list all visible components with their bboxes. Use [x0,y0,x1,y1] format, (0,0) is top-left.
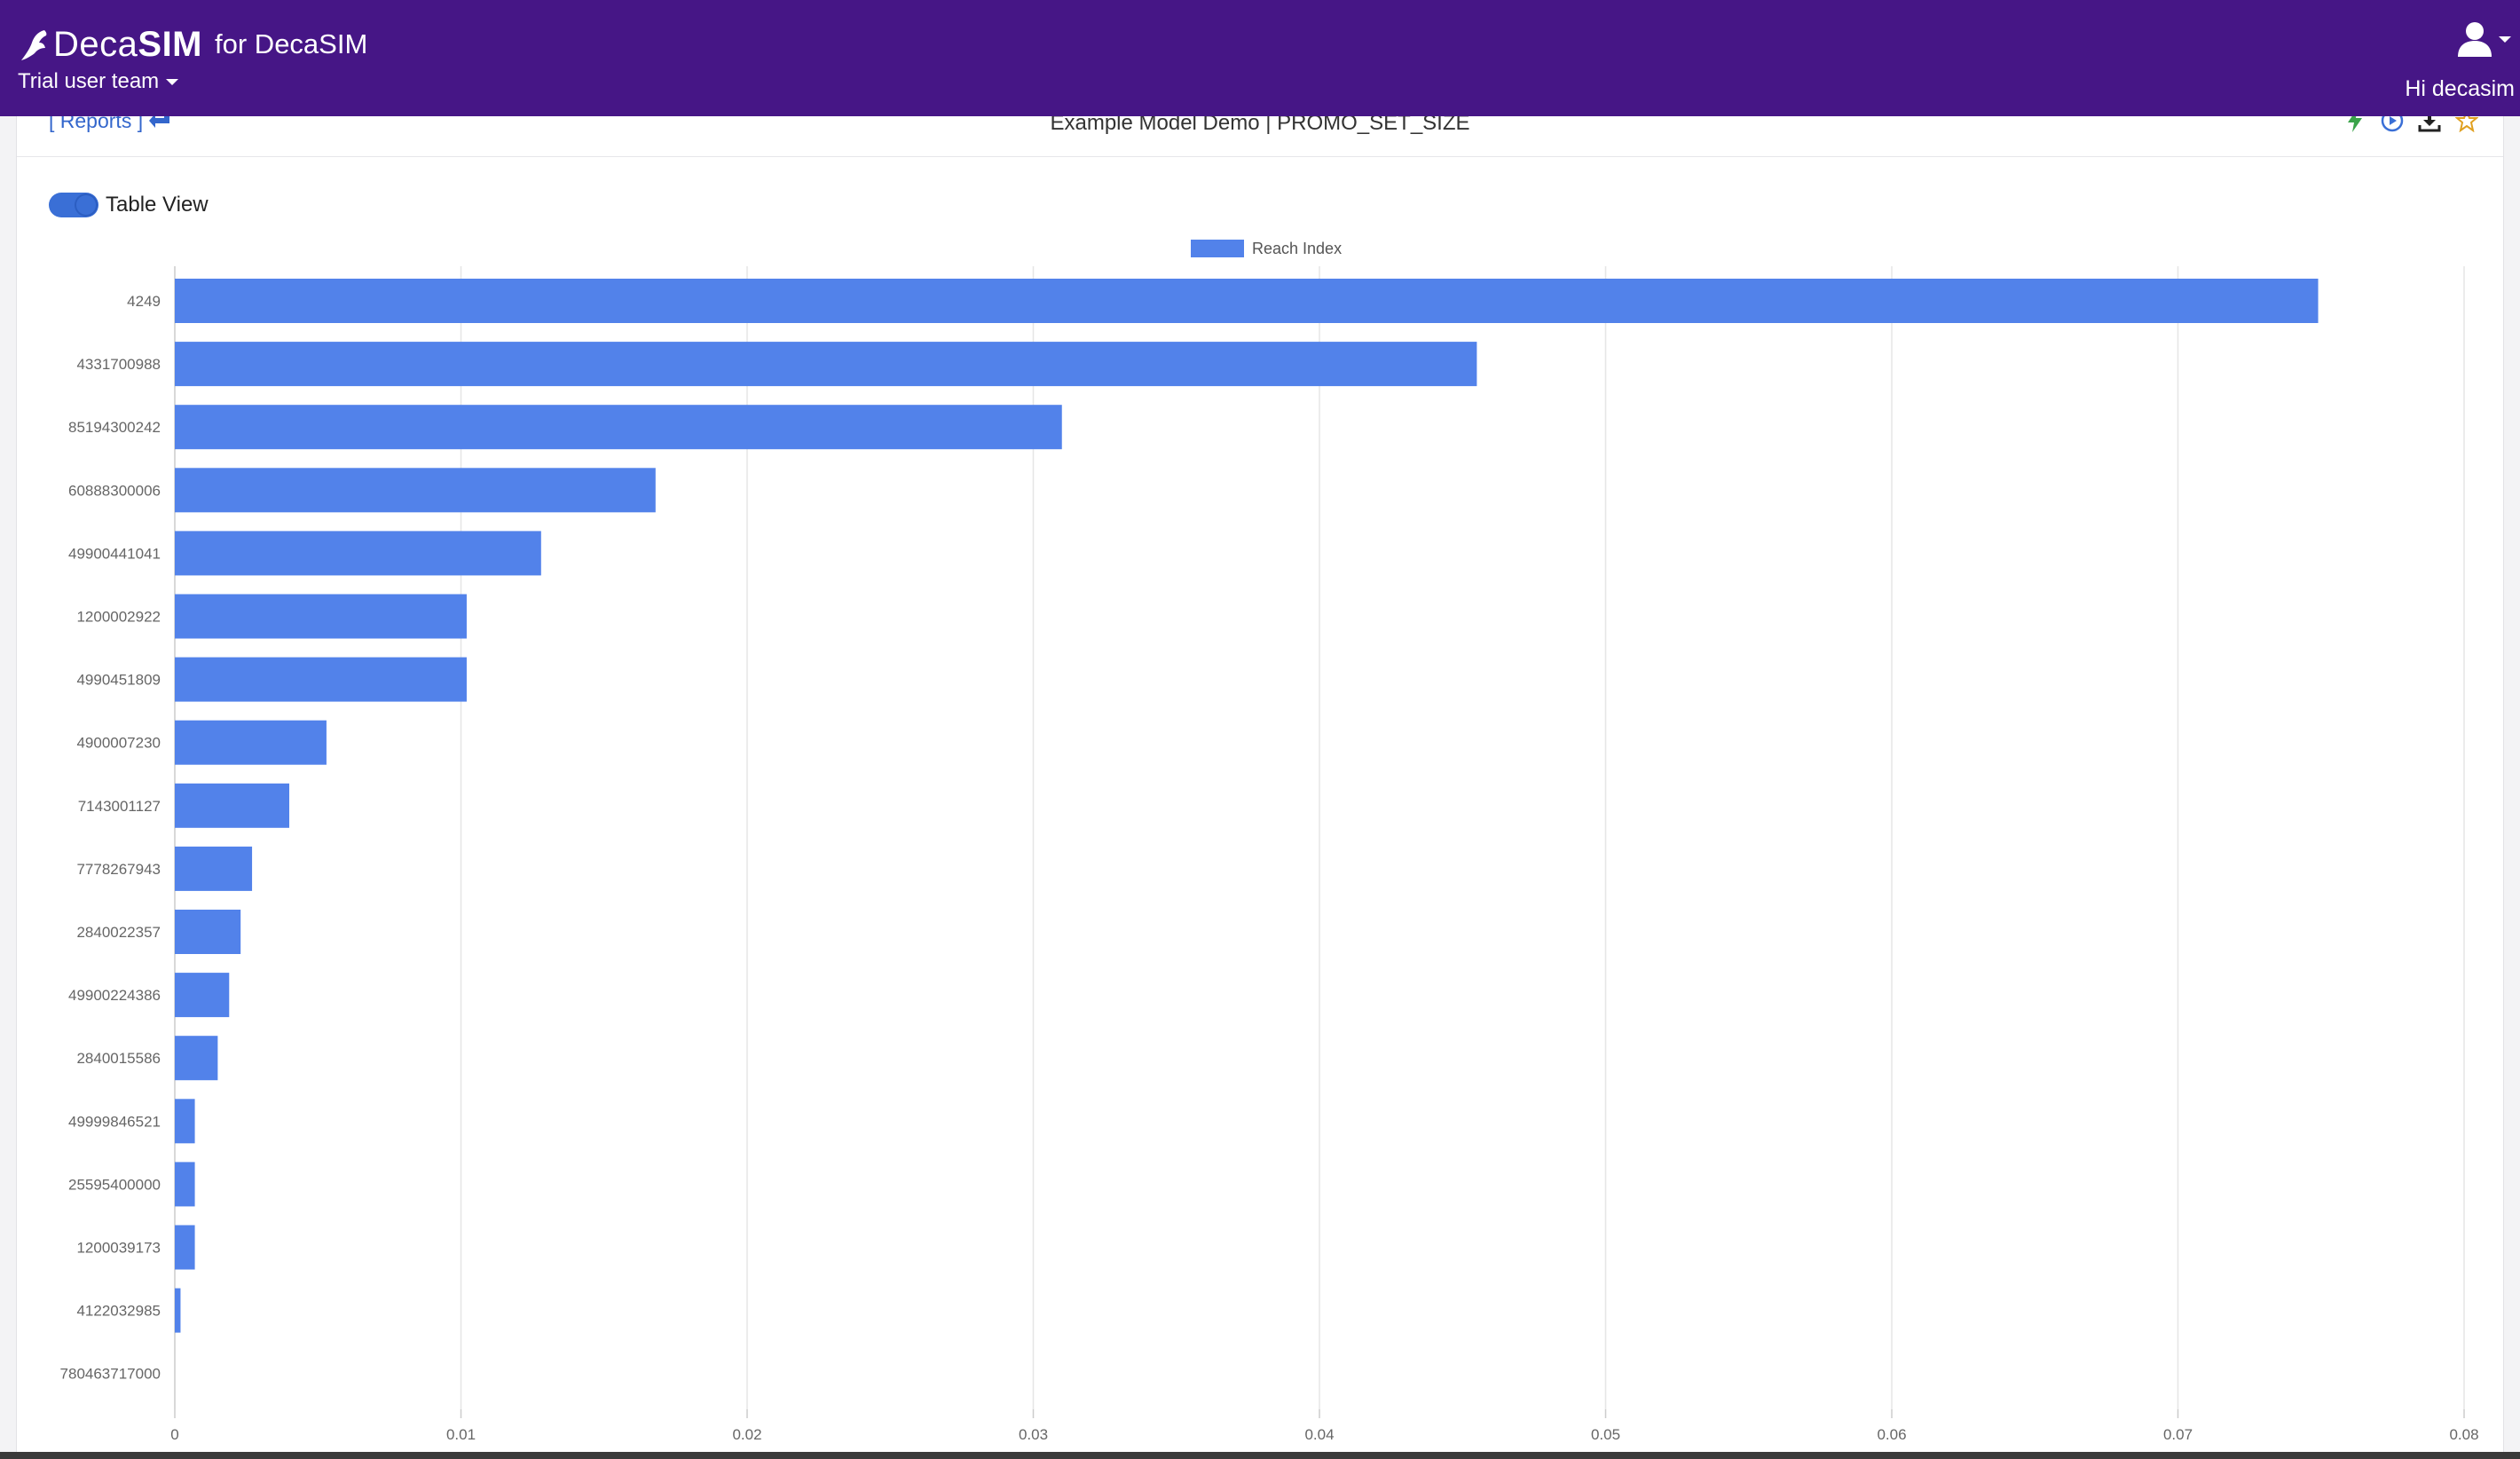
y-tick-label: 49999846521 [68,1113,161,1130]
y-tick-label: 4122032985 [76,1303,161,1320]
y-tick-label: 4900007230 [76,735,161,752]
y-tick-label: 1200039173 [76,1240,161,1257]
bar[interactable] [175,720,327,765]
bar[interactable] [175,468,656,513]
brand-name-light: Deca [53,25,138,64]
x-tick-label: 0.02 [732,1426,761,1443]
bar[interactable] [175,846,253,891]
bar[interactable] [175,1288,181,1333]
y-tick-label: 4249 [127,293,161,310]
y-tick-label: 2840015586 [76,1050,161,1067]
bar[interactable] [175,910,241,954]
top-navbar: Deca SIM for DecaSIM Trial user team Hi d… [0,0,2520,116]
bar[interactable] [175,594,467,639]
x-tick-label: 0.01 [446,1426,476,1443]
x-tick-label: 0.08 [2449,1426,2478,1443]
y-tick-label: 25595400000 [68,1176,161,1193]
reach-index-chart: 0 0.01 0.02 0.03 0.04 0.05 0.06 0.07 0.08 Reach I… [60,240,2479,1443]
decasim-logo[interactable]: Deca SIM [20,23,202,66]
bar[interactable] [175,1162,195,1207]
x-tick-label: 0.05 [1591,1426,1620,1443]
y-tick-label: 4990451809 [76,672,161,689]
bar[interactable] [175,783,289,828]
x-tick-label: 0 [170,1426,178,1443]
legend-label: Reach Index [1252,240,1342,257]
y-tick-label: 85194300242 [68,419,161,436]
chevron-down-icon [166,78,179,85]
y-tick-label: 49900224386 [68,987,161,1004]
bar[interactable] [175,531,541,576]
brand-suffix: for DecaSIM [215,28,368,59]
y-tick-label: 7143001127 [78,798,161,815]
x-tick-label: 0.07 [2163,1426,2193,1443]
bar[interactable] [175,657,467,702]
y-tick-label: 7778267943 [76,861,161,878]
brand-name-bold: SIM [138,25,203,64]
legend-swatch [1191,240,1244,257]
x-tick-label: 0.04 [1304,1426,1334,1443]
y-tick-label: 49900441041 [68,545,161,562]
team-name: Trial user team [18,69,160,93]
bar[interactable] [175,405,1062,450]
y-tick-label: 1200002922 [76,609,161,626]
team-dropdown[interactable]: Trial user team [18,69,179,94]
y-tick-label: 60888300006 [68,482,161,499]
x-tick-label: 0.06 [1877,1426,1906,1443]
bar[interactable] [175,973,230,1018]
user-icon [2458,22,2492,57]
y-tick-label: 780463717000 [60,1366,161,1383]
x-tick-label: 0.03 [1019,1426,1048,1443]
bar[interactable] [175,342,1477,387]
bar[interactable] [175,1036,218,1081]
user-greeting: Hi decasim [2405,76,2515,101]
bar[interactable] [175,1225,195,1270]
user-menu-button[interactable] [2456,20,2513,59]
chevron-down-icon [2499,35,2511,43]
bar[interactable] [175,279,2319,323]
brand[interactable]: Deca SIM for DecaSIM [20,23,367,66]
y-tick-label: 2840022357 [76,924,161,941]
bird-logo-icon [21,30,47,60]
window-bottom-edge [0,1452,2520,1459]
y-tick-label: 4331700988 [76,356,161,373]
bar[interactable] [175,1099,195,1144]
